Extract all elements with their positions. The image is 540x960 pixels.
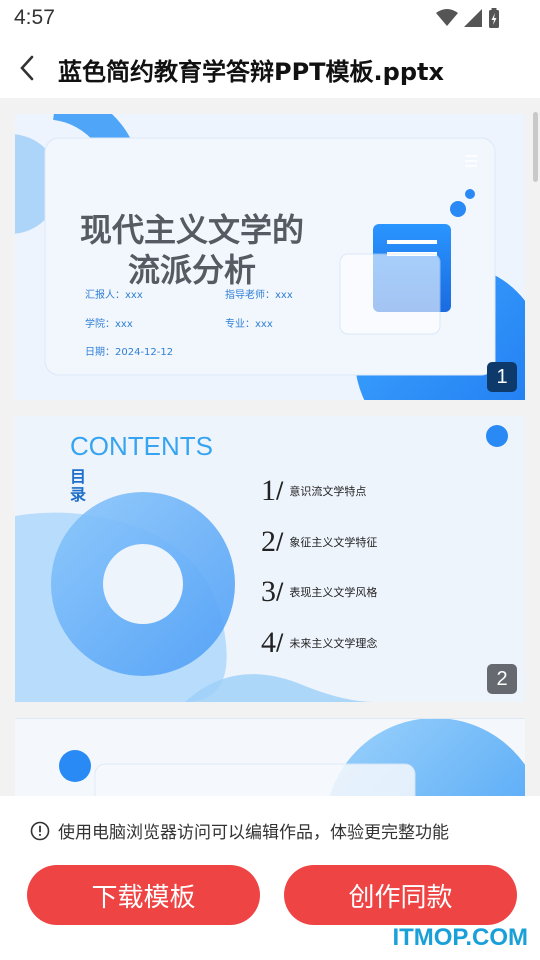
slide-2-item: 2 / 象征主义文学特征 [261, 525, 377, 559]
wifi-icon [436, 9, 458, 26]
status-icons [436, 8, 500, 28]
slide-thumbnail-3[interactable] [15, 718, 525, 796]
slide-2-item-number: 1 [261, 474, 276, 507]
bottom-panel: 使用电脑浏览器访问可以编辑作品，体验更完整功能 下载模板 创作同款 ITMOP.… [0, 796, 540, 960]
status-bar: 4:57 [0, 0, 540, 38]
slide-2-item-text: 未来主义文学理念 [289, 637, 378, 650]
watermark: ITMOP.COM [392, 924, 528, 951]
slide-2-item-number: 3 [261, 575, 276, 608]
back-button[interactable] [12, 52, 42, 84]
slide-1-reporter: 汇报人：xxx [85, 290, 143, 301]
slide-1-title-line1: 现代主义文学的 [79, 211, 304, 249]
slide-2-item-text: 意识流文学特点 [289, 485, 367, 498]
slide-2-item: 1 / 意识流文学特点 [261, 474, 366, 508]
slide-1-title-line2: 流派分析 [127, 251, 256, 289]
slide-2-heading: CONTENTS [70, 431, 213, 461]
slide-2-item-text: 象征主义文学特征 [289, 536, 378, 549]
slide-number-badge: 2 [487, 664, 517, 694]
notice-text: 使用电脑浏览器访问可以编辑作品，体验更完整功能 [58, 823, 449, 843]
status-time: 4:57 [14, 6, 55, 29]
slide-number-badge: 1 [487, 362, 517, 392]
download-template-button[interactable]: 下载模板 [27, 865, 260, 925]
slide-thumbnail-2[interactable]: CONTENTS 目录 1 / 意识流文学特点 2 / 象征主义文学特征 3 /… [15, 416, 525, 702]
slide-2-item-number: 2 [261, 525, 276, 558]
slide-2-item: 4 / 未来主义文学理念 [261, 626, 377, 660]
slide-1-advisor: 指导老师：xxx [225, 290, 293, 301]
slide-1-date: 日期：2024-12-12 [85, 347, 174, 358]
header: 蓝色简约教育学答辩PPT模板.pptx [0, 38, 540, 98]
slide-3-art [15, 718, 525, 796]
signal-icon [464, 9, 482, 27]
slide-2-subheading: 目录 [70, 467, 87, 504]
slide-2-item-number: 4 [261, 626, 276, 659]
create-same-button[interactable]: 创作同款 [284, 865, 517, 925]
slide-1-college: 学院：xxx [85, 319, 133, 330]
info-icon [30, 821, 50, 840]
scrollbar[interactable] [533, 112, 538, 182]
battery-icon [489, 8, 499, 28]
slide-list[interactable]: 现代主义文学的 流派分析 汇报人：xxx 指导老师：xxx 学院：xxx 专业：… [0, 98, 540, 796]
chevron-left-icon [20, 55, 34, 81]
slide-thumbnail-1[interactable]: 现代主义文学的 流派分析 汇报人：xxx 指导老师：xxx 学院：xxx 专业：… [15, 114, 525, 400]
slide-2-item-slash: / [276, 478, 284, 504]
page-title: 蓝色简约教育学答辩PPT模板.pptx [58, 58, 444, 86]
slide-2-item-slash: / [276, 529, 284, 555]
slide-1-major: 专业：xxx [225, 319, 273, 330]
slide-2-item: 3 / 表现主义文学风格 [261, 575, 377, 609]
slide-1-title: 现代主义文学的 流派分析 [63, 210, 321, 290]
slide-2-item-text: 表现主义文学风格 [289, 586, 378, 599]
notice: 使用电脑浏览器访问可以编辑作品，体验更完整功能 [30, 818, 449, 843]
slide-2-item-slash: / [276, 630, 284, 656]
slide-2-item-slash: / [276, 579, 284, 605]
